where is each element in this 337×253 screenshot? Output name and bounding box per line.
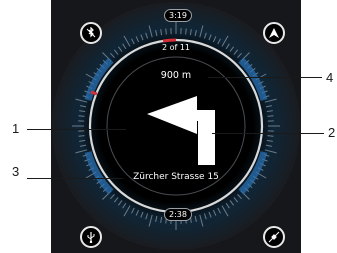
callout-2-line	[212, 133, 324, 134]
satellite-icon[interactable]	[263, 226, 285, 248]
top-time: 3:19	[164, 9, 192, 22]
usb-icon[interactable]	[80, 226, 102, 248]
callout-1: 1	[12, 121, 20, 136]
bottom-time: 2:38	[164, 208, 192, 221]
bluetooth-off-icon[interactable]	[80, 22, 102, 44]
navigation-icon[interactable]	[263, 22, 285, 44]
callout-4-line	[208, 77, 322, 78]
dial-tick	[165, 28, 167, 35]
callout-4: 4	[326, 70, 334, 85]
callout-3-line	[27, 178, 123, 179]
dial-tick	[185, 28, 187, 35]
step-counter: 2 of 11	[161, 43, 191, 52]
callout-3: 3	[12, 164, 20, 179]
dial-tick	[267, 135, 274, 137]
callout-2: 2	[328, 125, 336, 140]
dial-tick	[267, 115, 274, 117]
callout-1-line	[27, 129, 126, 130]
dial-tick	[78, 115, 85, 117]
dial-tick	[78, 135, 85, 137]
street-name: Zürcher Strasse 15	[133, 172, 219, 182]
distance-label: 900 m	[160, 70, 192, 81]
watch-face: 3:19 2 of 11 900 m Zürcher Strasse 15 2:…	[51, 0, 301, 253]
